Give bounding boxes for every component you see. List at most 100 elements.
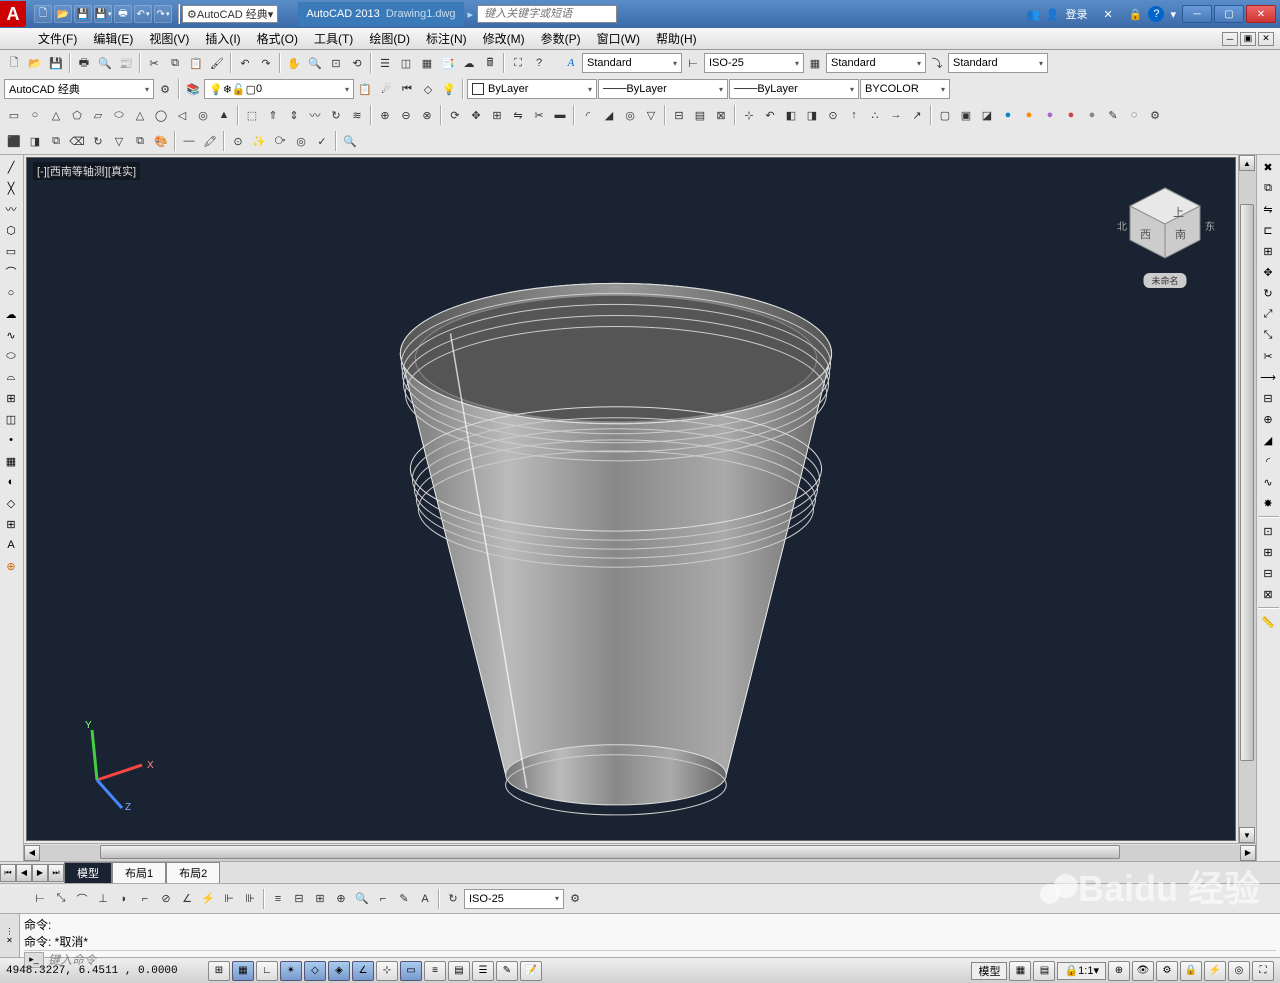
calc-icon[interactable]: 🖩 bbox=[480, 53, 500, 73]
wedge-icon[interactable]: ◁ bbox=[172, 105, 192, 125]
quickview-drawings-icon[interactable]: ▤ bbox=[1033, 961, 1055, 981]
annoauto-icon[interactable]: ⊕ bbox=[1108, 961, 1130, 981]
vstyle-sketch-icon[interactable]: ✎ bbox=[1103, 105, 1123, 125]
dimstyle-icon[interactable]: ⚙ bbox=[565, 889, 585, 909]
shell-icon[interactable]: ◎ bbox=[620, 105, 640, 125]
qat-plot-icon[interactable]: 🖶 bbox=[114, 5, 132, 23]
dim-radius-icon[interactable]: ◗ bbox=[114, 889, 134, 909]
layer-dropdown[interactable]: 💡❄🔓▢ 0 bbox=[204, 79, 354, 99]
dimedit-icon[interactable]: ✎ bbox=[394, 889, 414, 909]
workspace-dropdown-2[interactable]: AutoCAD 经典 bbox=[4, 79, 154, 99]
qat-saveas-icon[interactable]: 💾 bbox=[94, 5, 112, 23]
qat-save-icon[interactable]: 💾 bbox=[74, 5, 92, 23]
doc-restore-button[interactable]: ▣ bbox=[1240, 32, 1256, 46]
se-copyedge-icon[interactable]: — bbox=[179, 131, 199, 151]
triangle-icon[interactable]: △ bbox=[46, 105, 66, 125]
menu-draw[interactable]: 绘图(D) bbox=[361, 28, 418, 49]
cmd-close-icon[interactable]: ✕ bbox=[6, 936, 13, 945]
ucs-z-icon[interactable]: ↑ bbox=[844, 105, 864, 125]
se-copy-icon[interactable]: ⧉ bbox=[130, 131, 150, 151]
menu-window[interactable]: 窗口(W) bbox=[589, 28, 648, 49]
dimstyle-update-icon[interactable]: ↻ bbox=[443, 889, 463, 909]
se-delete-icon[interactable]: ⌫ bbox=[67, 131, 87, 151]
mirror-icon[interactable]: ⇋ bbox=[1258, 199, 1278, 219]
publish-icon[interactable]: 📰 bbox=[116, 53, 136, 73]
se-extrude-icon[interactable]: ⬛ bbox=[4, 131, 24, 151]
text-style-icon[interactable]: A bbox=[561, 53, 581, 73]
doc-close-button[interactable]: ✕ bbox=[1258, 32, 1274, 46]
se-check-icon[interactable]: ✓ bbox=[312, 131, 332, 151]
qp-toggle[interactable]: ☰ bbox=[472, 961, 494, 981]
space-indicator[interactable]: 模型 bbox=[971, 962, 1007, 980]
am-toggle[interactable]: 📝 bbox=[520, 961, 542, 981]
osnap-toggle[interactable]: ◇ bbox=[304, 961, 326, 981]
open-icon[interactable]: 📂 bbox=[25, 53, 45, 73]
vstyle-real-icon[interactable]: ● bbox=[998, 105, 1018, 125]
toolbar-lock-icon[interactable]: 🔒 bbox=[1180, 961, 1202, 981]
se-separate-icon[interactable]: ⧂ bbox=[270, 131, 290, 151]
3dosnap-toggle[interactable]: ◈ bbox=[328, 961, 350, 981]
xline-icon[interactable]: ╳ bbox=[1, 178, 21, 198]
ucs-origin-icon[interactable]: ⊙ bbox=[823, 105, 843, 125]
ucs-world-icon[interactable]: ⊹ bbox=[739, 105, 759, 125]
scroll-down-icon[interactable]: ▼ bbox=[1239, 827, 1255, 843]
cleanscreen-icon[interactable]: ⛶ bbox=[508, 53, 528, 73]
menu-file[interactable]: 文件(F) bbox=[30, 28, 85, 49]
scale-icon[interactable]: ⤢ bbox=[1258, 304, 1278, 324]
fillet-edge-icon[interactable]: ◜ bbox=[578, 105, 598, 125]
trim-icon[interactable]: ✂ bbox=[1258, 346, 1278, 366]
markup-icon[interactable]: ☁ bbox=[459, 53, 479, 73]
snap-toggle[interactable]: ⊞ bbox=[208, 961, 230, 981]
vstyle-manage-icon[interactable]: ⚙ bbox=[1145, 105, 1165, 125]
qat-open-icon[interactable]: 📂 bbox=[54, 5, 72, 23]
hscroll-thumb[interactable] bbox=[100, 845, 1120, 859]
sc-toggle[interactable]: ✎ bbox=[496, 961, 518, 981]
polygon-icon[interactable]: ⬡ bbox=[1, 220, 21, 240]
3dmirror-icon[interactable]: ⇋ bbox=[508, 105, 528, 125]
circle-icon[interactable]: ○ bbox=[25, 105, 45, 125]
lineweight-dropdown[interactable]: ─── ByLayer bbox=[729, 79, 859, 99]
tab-model[interactable]: 模型 bbox=[64, 862, 112, 883]
sphere-icon[interactable]: ◯ bbox=[151, 105, 171, 125]
layer-match-icon[interactable]: ☄ bbox=[376, 79, 396, 99]
vstyle-xray-icon[interactable]: ◌ bbox=[1124, 105, 1144, 125]
se-color-icon[interactable]: 🎨 bbox=[151, 131, 171, 151]
coordinates-display[interactable]: 4948.3227, 6.4511 , 0.0000 bbox=[6, 965, 206, 977]
polysolid-icon[interactable]: ⬚ bbox=[242, 105, 262, 125]
se-rotate-icon[interactable]: ↻ bbox=[88, 131, 108, 151]
blend-icon[interactable]: ∿ bbox=[1258, 472, 1278, 492]
viewcube[interactable]: 上 南 西 北 东 未命名 bbox=[1115, 178, 1215, 288]
constraint4-icon[interactable]: ⊠ bbox=[1258, 584, 1278, 604]
workspace-dropdown[interactable]: ⚙ AutoCAD 经典 ▾ bbox=[182, 5, 278, 23]
ws-switch-icon[interactable]: ⚙ bbox=[1156, 961, 1178, 981]
help-icon[interactable]: ? bbox=[529, 53, 549, 73]
dim-continue-icon[interactable]: ⊪ bbox=[240, 889, 260, 909]
cmd-drag-icon[interactable]: ⋮ bbox=[6, 927, 14, 936]
flatshot-icon[interactable]: ▤ bbox=[690, 105, 710, 125]
rect-icon[interactable]: ▭ bbox=[1, 241, 21, 261]
window-close-button[interactable]: ✕ bbox=[1246, 5, 1276, 23]
gradient-icon[interactable]: ◐ bbox=[1, 472, 21, 492]
addselected-icon[interactable]: ⊕ bbox=[1, 556, 21, 576]
dim-aligned-icon[interactable]: ⤡ bbox=[51, 889, 71, 909]
qat-new-icon[interactable]: 🗋 bbox=[34, 5, 52, 23]
dim-ordinate-icon[interactable]: ⊥ bbox=[93, 889, 113, 909]
slice-icon[interactable]: ✂ bbox=[529, 105, 549, 125]
hatch-icon[interactable]: ▦ bbox=[1, 451, 21, 471]
paste-icon[interactable]: 📋 bbox=[186, 53, 206, 73]
copy-icon[interactable]: ⧉ bbox=[1258, 178, 1278, 198]
layer-manager-icon[interactable]: 📚 bbox=[183, 79, 203, 99]
arc-icon[interactable]: ⌒ bbox=[1, 262, 21, 282]
pan-icon[interactable]: ✋ bbox=[284, 53, 304, 73]
dim-linear-icon[interactable]: ⊢ bbox=[30, 889, 50, 909]
se-imprint-icon[interactable]: ⊙ bbox=[228, 131, 248, 151]
match-icon[interactable]: 🖌 bbox=[207, 53, 227, 73]
menu-parametric[interactable]: 参数(P) bbox=[533, 28, 589, 49]
line-icon[interactable]: ╱ bbox=[1, 157, 21, 177]
ducs-toggle[interactable]: ⊹ bbox=[376, 961, 398, 981]
region-icon[interactable]: ◇ bbox=[1, 493, 21, 513]
spline-icon[interactable]: ∿ bbox=[1, 325, 21, 345]
erase-icon[interactable]: ✖ bbox=[1258, 157, 1278, 177]
torus-icon[interactable]: ◎ bbox=[193, 105, 213, 125]
se-offset-icon[interactable]: ⧉ bbox=[46, 131, 66, 151]
